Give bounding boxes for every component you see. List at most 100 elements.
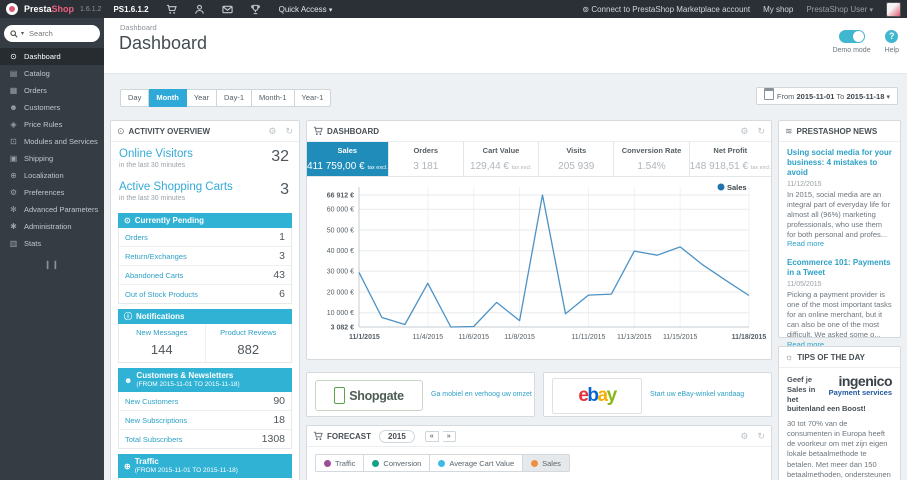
user-avatar[interactable] xyxy=(886,1,901,17)
pending-row-out-of-stock: Out of Stock Products 6 xyxy=(125,288,285,300)
metric-tab-visits[interactable]: Visits 205 939 xyxy=(539,142,615,176)
marketplace-link[interactable]: ⊚ Connect to PrestaShop Marketplace acco… xyxy=(582,5,750,14)
shopgate-link[interactable]: Ga mobiel en verhoog uw omzet xyxy=(431,391,532,398)
mail-icon[interactable] xyxy=(222,4,233,15)
sidebar: ▾ ⊙Dashboard ▤Catalog ▦Orders ☻Customers… xyxy=(0,18,104,480)
help-label: Help xyxy=(884,47,899,54)
svg-text:60 000 €: 60 000 € xyxy=(327,207,354,214)
price-rules-icon: ◈ xyxy=(10,120,17,129)
legend-button-traffic[interactable]: Traffic xyxy=(315,454,365,472)
shop-tag[interactable]: PS1.6.1.2 xyxy=(113,5,148,14)
sales-dot-icon xyxy=(531,459,539,467)
metric-tab-orders[interactable]: Orders 3 181 xyxy=(389,142,464,176)
sidebar-item-catalog[interactable]: ▤ Catalog xyxy=(0,65,104,82)
forecast-prev-button[interactable]: « xyxy=(424,430,439,442)
sidebar-item-administration[interactable]: ✱ Administration xyxy=(0,218,104,235)
demo-mode-label: Demo mode xyxy=(832,47,871,54)
sidebar-collapse-icon[interactable]: ❙❙ xyxy=(0,260,104,269)
forecast-year[interactable]: 2015 xyxy=(379,429,415,443)
gear-icon[interactable]: ⚙ xyxy=(740,431,748,442)
news-panel-title: PRESTASHOP NEWS xyxy=(796,126,878,136)
preferences-icon: ⚙ xyxy=(9,188,18,197)
svg-text:11/8/2015: 11/8/2015 xyxy=(504,334,535,341)
my-shop-link[interactable]: My shop xyxy=(763,5,793,14)
svg-text:11/11/2015: 11/11/2015 xyxy=(571,334,605,341)
metric-tab-conversion-rate[interactable]: Conversion Rate 1.54% xyxy=(614,142,690,176)
shipping-icon: ▣ xyxy=(9,154,18,163)
metric-tab-sales[interactable]: Sales 411 759,00 € tax excl. xyxy=(307,142,389,176)
sidebar-item-advanced-parameters[interactable]: ✻ Advanced Parameters xyxy=(0,201,104,218)
help-icon[interactable]: ? xyxy=(885,30,899,43)
range-button-year-1[interactable]: Year-1 xyxy=(294,89,332,107)
sidebar-item-dashboard[interactable]: ⊙ Dashboard xyxy=(0,48,104,65)
caret-down-icon: ▾ xyxy=(886,94,890,101)
gear-icon[interactable]: ⚙ xyxy=(268,126,276,137)
notifications-section: ⓘ Notifications New Messages 144 Product R… xyxy=(118,309,292,363)
news-article-title[interactable]: Using social media for your business: 4 … xyxy=(787,148,892,178)
active-carts-link[interactable]: Active Shopping Carts xyxy=(119,181,291,193)
range-button-year[interactable]: Year xyxy=(186,89,217,107)
localization-icon: ⊕ xyxy=(10,171,17,180)
quick-access-menu[interactable]: Quick Access ▾ xyxy=(279,5,333,14)
prestashop-logo-icon[interactable] xyxy=(6,3,18,15)
range-button-day-1[interactable]: Day-1 xyxy=(217,89,253,107)
sidebar-item-stats[interactable]: ▥ Stats xyxy=(0,235,104,252)
user-icon[interactable] xyxy=(194,4,205,15)
brand-name[interactable]: PrestaShop xyxy=(24,4,74,14)
sales-line-chart[interactable]: 66 912 € 60 000 € 50 000 € 40 000 € 30 000 €… xyxy=(307,179,771,357)
average-cart-value-dot-icon xyxy=(438,459,446,467)
demo-mode-toggle[interactable] xyxy=(838,30,865,43)
tip-body: 30 tot 70% van de consumenten in Europa … xyxy=(787,419,891,480)
cart-icon xyxy=(313,126,323,136)
range-button-day[interactable]: Day xyxy=(120,89,150,107)
sidebar-item-shipping[interactable]: ▣ Shipping xyxy=(0,150,104,167)
refresh-icon[interactable]: ↻ xyxy=(757,431,765,442)
ebay-link[interactable]: Start uw eBay-winkel vandaag xyxy=(650,391,744,398)
traffic-dot-icon xyxy=(324,459,331,467)
pending-row-abandoned-carts: Abandoned Carts 43 xyxy=(119,266,291,285)
trophy-icon[interactable] xyxy=(250,4,261,15)
tips-of-the-day-panel: ☼ TIPS OF THE DAY ingenico Payment servi… xyxy=(778,346,901,480)
sidebar-item-price-rules[interactable]: ◈ Price Rules xyxy=(0,116,104,133)
shopgate-ad[interactable]: Shopgate Ga mobiel en verhoog uw omzet xyxy=(306,372,535,417)
legend-button-conversion[interactable]: Conversion xyxy=(364,454,431,472)
sidebar-item-localization[interactable]: ⊕ Localization xyxy=(0,167,104,184)
svg-text:11/1/2015: 11/1/2015 xyxy=(349,334,380,341)
pending-row-orders: Orders 1 xyxy=(119,228,291,247)
caret-down-icon: ▾ xyxy=(328,6,333,14)
orders-icon: ▦ xyxy=(9,86,18,95)
range-button-month[interactable]: Month xyxy=(149,89,187,107)
refresh-icon[interactable]: ↻ xyxy=(285,126,293,137)
svg-text:20 000 €: 20 000 € xyxy=(327,289,354,296)
news-article-title[interactable]: Ecommerce 101: Payments in a Tweet xyxy=(787,258,892,278)
sidebar-item-customers[interactable]: ☻ Customers xyxy=(0,99,104,116)
news-article: Using social media for your business: 4 … xyxy=(787,148,892,249)
metric-tab-net-profit[interactable]: Net Profit 148 918,51 € tax excl. xyxy=(690,142,771,176)
advanced-parameters-icon: ✻ xyxy=(10,205,17,214)
search-input[interactable] xyxy=(27,28,90,39)
sidebar-search[interactable]: ▾ xyxy=(4,25,100,42)
metric-tab-cart-value[interactable]: Cart Value 129,44 € tax excl. xyxy=(464,142,540,176)
sidebar-item-orders[interactable]: ▦ Orders xyxy=(0,82,104,99)
refresh-icon[interactable]: ↻ xyxy=(757,126,765,137)
legend-button-sales[interactable]: Sales xyxy=(523,454,570,472)
legend-button-average-cart-value[interactable]: Average Cart Value xyxy=(430,454,524,472)
forecast-next-button[interactable]: » xyxy=(442,430,456,442)
user-menu[interactable]: PrestaShop User ▾ xyxy=(806,5,873,14)
sidebar-item-preferences[interactable]: ⚙ Preferences xyxy=(0,184,104,201)
range-button-month-1[interactable]: Month-1 xyxy=(252,89,295,107)
modules-icon: ⊡ xyxy=(10,137,17,146)
ebay-ad[interactable]: ebay Start uw eBay-winkel vandaag xyxy=(543,372,772,417)
date-range-picker[interactable]: From 2015-11-01 To 2015-11-18 ▾ xyxy=(755,87,898,105)
breadcrumb[interactable]: Dashboard xyxy=(120,23,157,32)
read-more-link[interactable]: Read more xyxy=(787,239,824,248)
main-area: Dashboard Dashboard Demo mode ? Help Day… xyxy=(104,18,907,480)
online-visitors-link[interactable]: Online Visitors xyxy=(119,148,291,160)
gear-icon[interactable]: ⚙ xyxy=(740,126,748,137)
info-icon: ⓘ xyxy=(124,312,132,321)
sidebar-item-modules[interactable]: ⊡ Modules and Services xyxy=(0,133,104,150)
cart-icon[interactable] xyxy=(166,4,177,15)
customers-icon: ☻ xyxy=(9,103,18,112)
globe-icon: ⊕ xyxy=(124,461,131,471)
date-range-toolbar: Day Month Year Day-1 Month-1 Year-1 From… xyxy=(120,87,898,107)
